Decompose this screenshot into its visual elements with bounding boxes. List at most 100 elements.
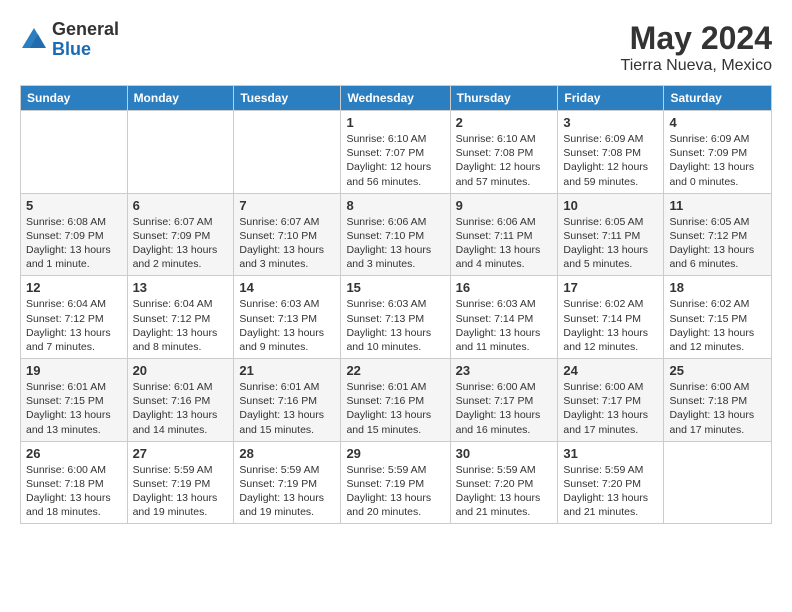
calendar-cell: 3 Sunrise: 6:09 AMSunset: 7:08 PMDaylight… [558, 111, 664, 194]
day-of-week-header: Monday [127, 86, 234, 111]
calendar-cell: 28 Sunrise: 5:59 AMSunset: 7:19 PMDayligh… [234, 441, 341, 524]
logo: General Blue [20, 20, 119, 60]
day-number: 10 [563, 198, 658, 213]
day-info: Sunrise: 6:07 AMSunset: 7:10 PMDaylight:… [239, 215, 335, 272]
day-info: Sunrise: 6:01 AMSunset: 7:15 PMDaylight:… [26, 380, 122, 437]
day-of-week-header: Thursday [450, 86, 558, 111]
logo-general: General [52, 20, 119, 40]
day-info: Sunrise: 6:01 AMSunset: 7:16 PMDaylight:… [239, 380, 335, 437]
calendar-cell: 31Sunrise: 5:59 AMSunset: 7:20 PMDayligh… [558, 441, 664, 524]
calendar-header: SundayMondayTuesdayWednesdayThursdayFrid… [21, 86, 772, 111]
day-info: Sunrise: 5:59 AMSunset: 7:19 PMDaylight:… [133, 463, 229, 520]
day-info: Sunrise: 6:00 AMSunset: 7:17 PMDaylight:… [563, 380, 658, 437]
day-number: 8 [346, 198, 444, 213]
calendar-title: May 2024 [621, 20, 772, 57]
calendar-week-row: 19 Sunrise: 6:01 AMSunset: 7:15 PMDayligh… [21, 359, 772, 442]
calendar-cell: 7 Sunrise: 6:07 AMSunset: 7:10 PMDaylight… [234, 193, 341, 276]
day-info: Sunrise: 6:10 AMSunset: 7:07 PMDaylight:… [346, 132, 444, 189]
day-number: 6 [133, 198, 229, 213]
day-info: Sunrise: 6:09 AMSunset: 7:09 PMDaylight:… [669, 132, 766, 189]
calendar-cell [21, 111, 128, 194]
calendar-cell: 21 Sunrise: 6:01 AMSunset: 7:16 PMDayligh… [234, 359, 341, 442]
day-info: Sunrise: 6:00 AMSunset: 7:17 PMDaylight:… [456, 380, 553, 437]
day-info: Sunrise: 6:06 AMSunset: 7:10 PMDaylight:… [346, 215, 444, 272]
calendar-cell: 22 Sunrise: 6:01 AMSunset: 7:16 PMDayligh… [341, 359, 450, 442]
logo-text: General Blue [52, 20, 119, 60]
calendar-cell: 4 Sunrise: 6:09 AMSunset: 7:09 PMDaylight… [664, 111, 772, 194]
day-info: Sunrise: 6:08 AMSunset: 7:09 PMDaylight:… [26, 215, 122, 272]
day-info: Sunrise: 6:03 AMSunset: 7:13 PMDaylight:… [239, 297, 335, 354]
calendar-cell: 24Sunrise: 6:00 AMSunset: 7:17 PMDayligh… [558, 359, 664, 442]
logo-icon [20, 26, 48, 54]
day-number: 7 [239, 198, 335, 213]
calendar-cell: 26Sunrise: 6:00 AMSunset: 7:18 PMDayligh… [21, 441, 128, 524]
day-number: 4 [669, 115, 766, 130]
calendar-subtitle: Tierra Nueva, Mexico [621, 57, 772, 75]
calendar-cell: 9Sunrise: 6:06 AMSunset: 7:11 PMDaylight… [450, 193, 558, 276]
day-number: 14 [239, 280, 335, 295]
day-number: 3 [563, 115, 658, 130]
day-number: 15 [346, 280, 444, 295]
day-number: 27 [133, 446, 229, 461]
day-number: 1 [346, 115, 444, 130]
calendar-cell: 5 Sunrise: 6:08 AMSunset: 7:09 PMDaylight… [21, 193, 128, 276]
calendar-cell: 29 Sunrise: 5:59 AMSunset: 7:19 PMDayligh… [341, 441, 450, 524]
day-number: 17 [563, 280, 658, 295]
day-info: Sunrise: 5:59 AMSunset: 7:20 PMDaylight:… [456, 463, 553, 520]
day-info: Sunrise: 6:10 AMSunset: 7:08 PMDaylight:… [456, 132, 553, 189]
day-info: Sunrise: 6:09 AMSunset: 7:08 PMDaylight:… [563, 132, 658, 189]
calendar-cell [234, 111, 341, 194]
day-info: Sunrise: 6:03 AMSunset: 7:13 PMDaylight:… [346, 297, 444, 354]
day-number: 22 [346, 363, 444, 378]
calendar-body: 1 Sunrise: 6:10 AMSunset: 7:07 PMDaylight… [21, 111, 772, 524]
day-number: 28 [239, 446, 335, 461]
calendar-cell: 13 Sunrise: 6:04 AMSunset: 7:12 PMDayligh… [127, 276, 234, 359]
calendar-cell [664, 441, 772, 524]
calendar-cell [127, 111, 234, 194]
day-info: Sunrise: 6:02 AMSunset: 7:15 PMDaylight:… [669, 297, 766, 354]
day-info: Sunrise: 6:02 AMSunset: 7:14 PMDaylight:… [563, 297, 658, 354]
calendar-week-row: 26Sunrise: 6:00 AMSunset: 7:18 PMDayligh… [21, 441, 772, 524]
calendar-cell: 15 Sunrise: 6:03 AMSunset: 7:13 PMDayligh… [341, 276, 450, 359]
day-info: Sunrise: 5:59 AMSunset: 7:19 PMDaylight:… [239, 463, 335, 520]
calendar-cell: 19 Sunrise: 6:01 AMSunset: 7:15 PMDayligh… [21, 359, 128, 442]
header-row: SundayMondayTuesdayWednesdayThursdayFrid… [21, 86, 772, 111]
calendar-week-row: 12 Sunrise: 6:04 AMSunset: 7:12 PMDayligh… [21, 276, 772, 359]
day-number: 18 [669, 280, 766, 295]
day-number: 5 [26, 198, 122, 213]
calendar-cell: 23 Sunrise: 6:00 AMSunset: 7:17 PMDayligh… [450, 359, 558, 442]
calendar-cell: 14 Sunrise: 6:03 AMSunset: 7:13 PMDayligh… [234, 276, 341, 359]
day-info: Sunrise: 5:59 AMSunset: 7:19 PMDaylight:… [346, 463, 444, 520]
day-number: 19 [26, 363, 122, 378]
calendar-cell: 27 Sunrise: 5:59 AMSunset: 7:19 PMDayligh… [127, 441, 234, 524]
day-number: 13 [133, 280, 229, 295]
day-number: 11 [669, 198, 766, 213]
calendar-cell: 18 Sunrise: 6:02 AMSunset: 7:15 PMDayligh… [664, 276, 772, 359]
title-block: May 2024 Tierra Nueva, Mexico [621, 20, 772, 75]
calendar-cell: 8 Sunrise: 6:06 AMSunset: 7:10 PMDaylight… [341, 193, 450, 276]
day-number: 23 [456, 363, 553, 378]
day-info: Sunrise: 6:04 AMSunset: 7:12 PMDaylight:… [133, 297, 229, 354]
calendar-cell: 10Sunrise: 6:05 AMSunset: 7:11 PMDayligh… [558, 193, 664, 276]
day-number: 2 [456, 115, 553, 130]
day-number: 30 [456, 446, 553, 461]
calendar-week-row: 5 Sunrise: 6:08 AMSunset: 7:09 PMDaylight… [21, 193, 772, 276]
calendar-cell: 6Sunrise: 6:07 AMSunset: 7:09 PMDaylight… [127, 193, 234, 276]
day-number: 21 [239, 363, 335, 378]
day-of-week-header: Friday [558, 86, 664, 111]
day-info: Sunrise: 6:05 AMSunset: 7:12 PMDaylight:… [669, 215, 766, 272]
day-info: Sunrise: 6:01 AMSunset: 7:16 PMDaylight:… [133, 380, 229, 437]
day-number: 9 [456, 198, 553, 213]
day-number: 26 [26, 446, 122, 461]
page-header: General Blue May 2024 Tierra Nueva, Mexi… [20, 20, 772, 75]
calendar-cell: 20Sunrise: 6:01 AMSunset: 7:16 PMDayligh… [127, 359, 234, 442]
calendar-cell: 16Sunrise: 6:03 AMSunset: 7:14 PMDayligh… [450, 276, 558, 359]
calendar-cell: 2 Sunrise: 6:10 AMSunset: 7:08 PMDaylight… [450, 111, 558, 194]
calendar-cell: 17 Sunrise: 6:02 AMSunset: 7:14 PMDayligh… [558, 276, 664, 359]
day-info: Sunrise: 6:01 AMSunset: 7:16 PMDaylight:… [346, 380, 444, 437]
day-number: 29 [346, 446, 444, 461]
day-info: Sunrise: 6:00 AMSunset: 7:18 PMDaylight:… [669, 380, 766, 437]
logo-blue: Blue [52, 40, 119, 60]
day-number: 12 [26, 280, 122, 295]
day-number: 25 [669, 363, 766, 378]
